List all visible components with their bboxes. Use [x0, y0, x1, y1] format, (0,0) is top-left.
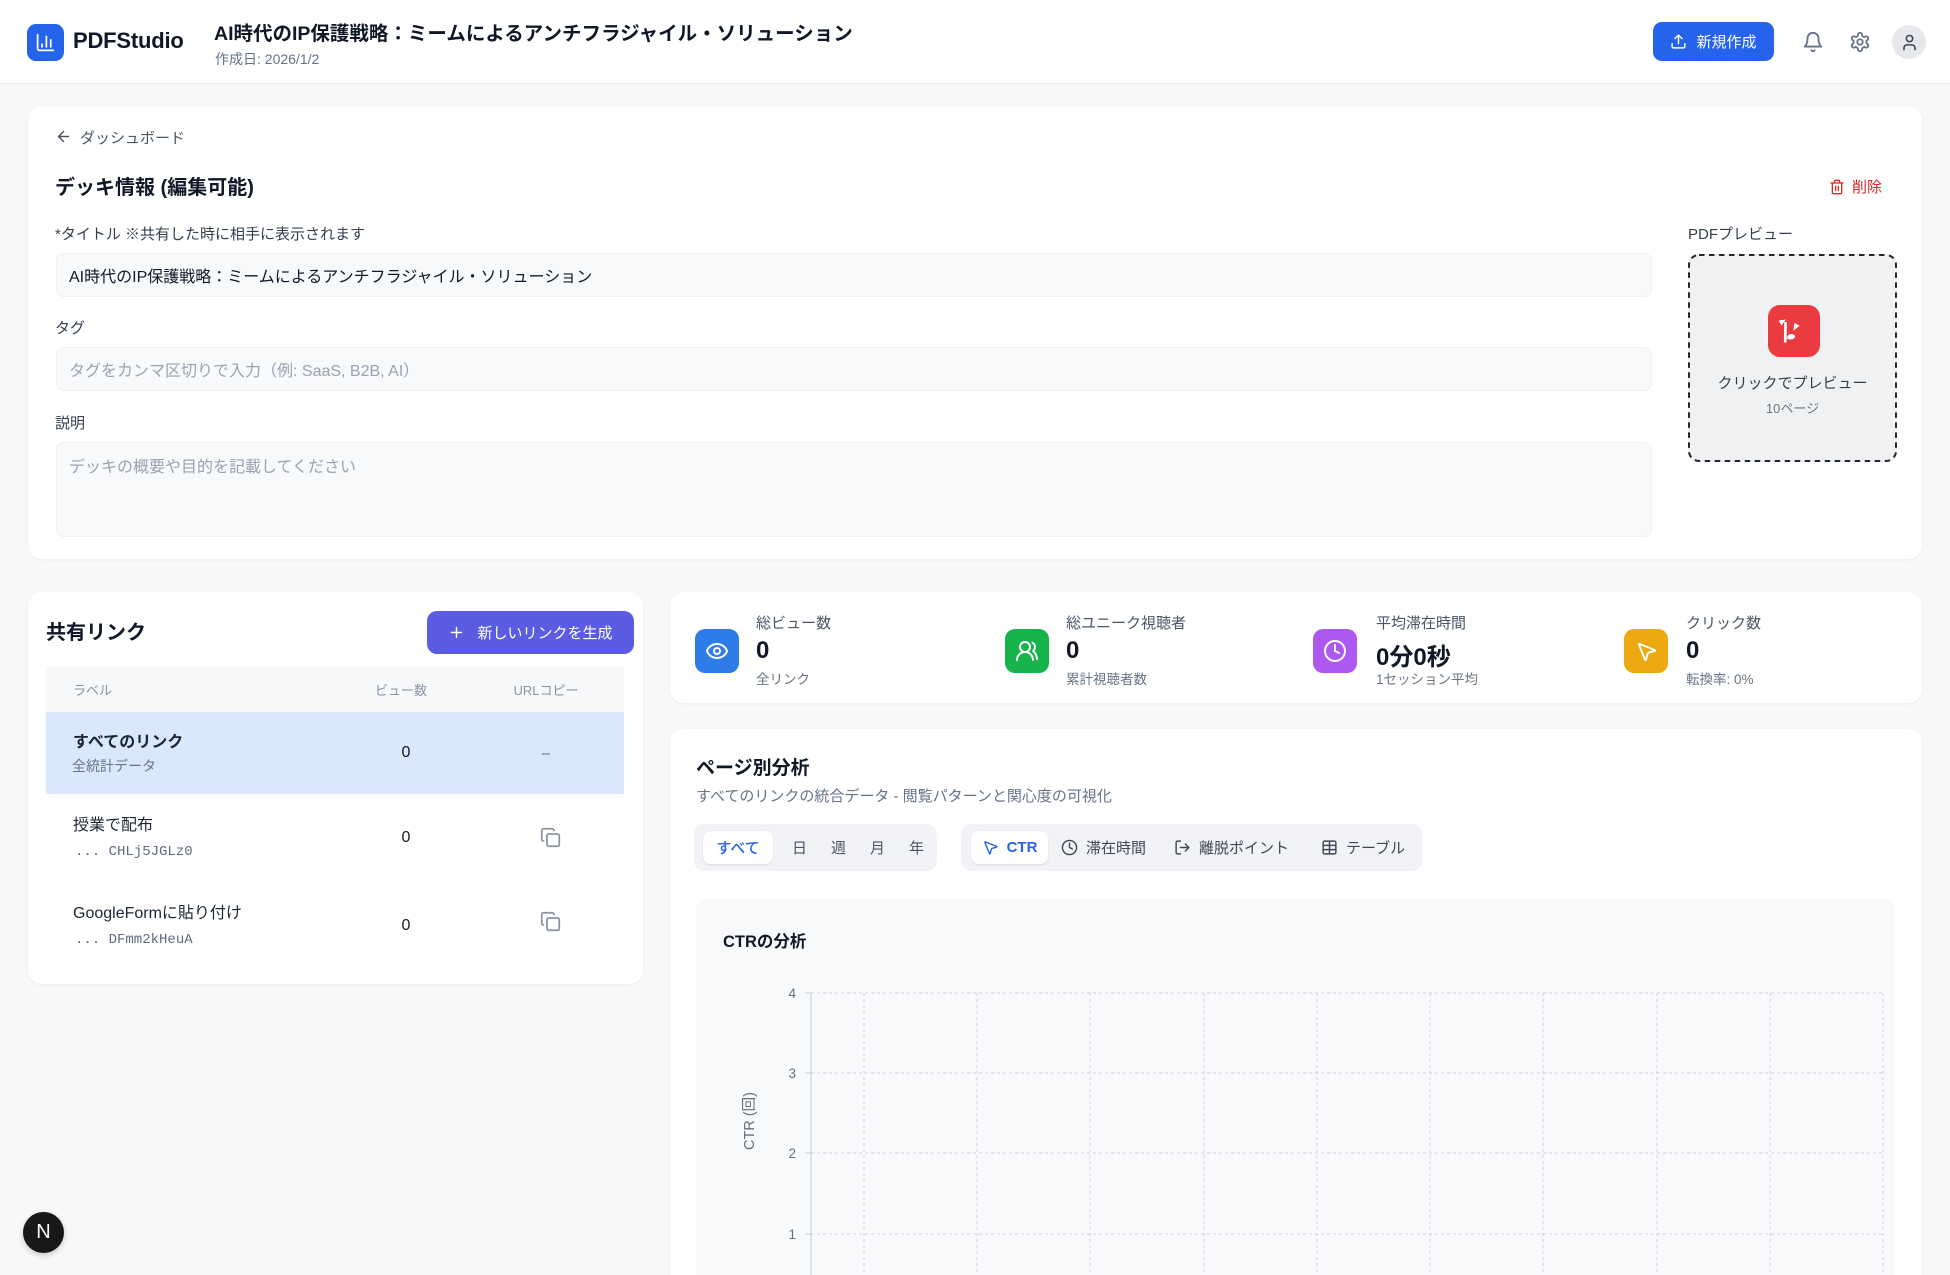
svg-text:3: 3	[788, 1066, 796, 1081]
svg-text:4: 4	[788, 986, 796, 1001]
svg-text:2: 2	[788, 1146, 796, 1161]
svg-text:CTR (回): CTR (回)	[741, 1092, 758, 1150]
svg-text:1: 1	[788, 1227, 796, 1242]
